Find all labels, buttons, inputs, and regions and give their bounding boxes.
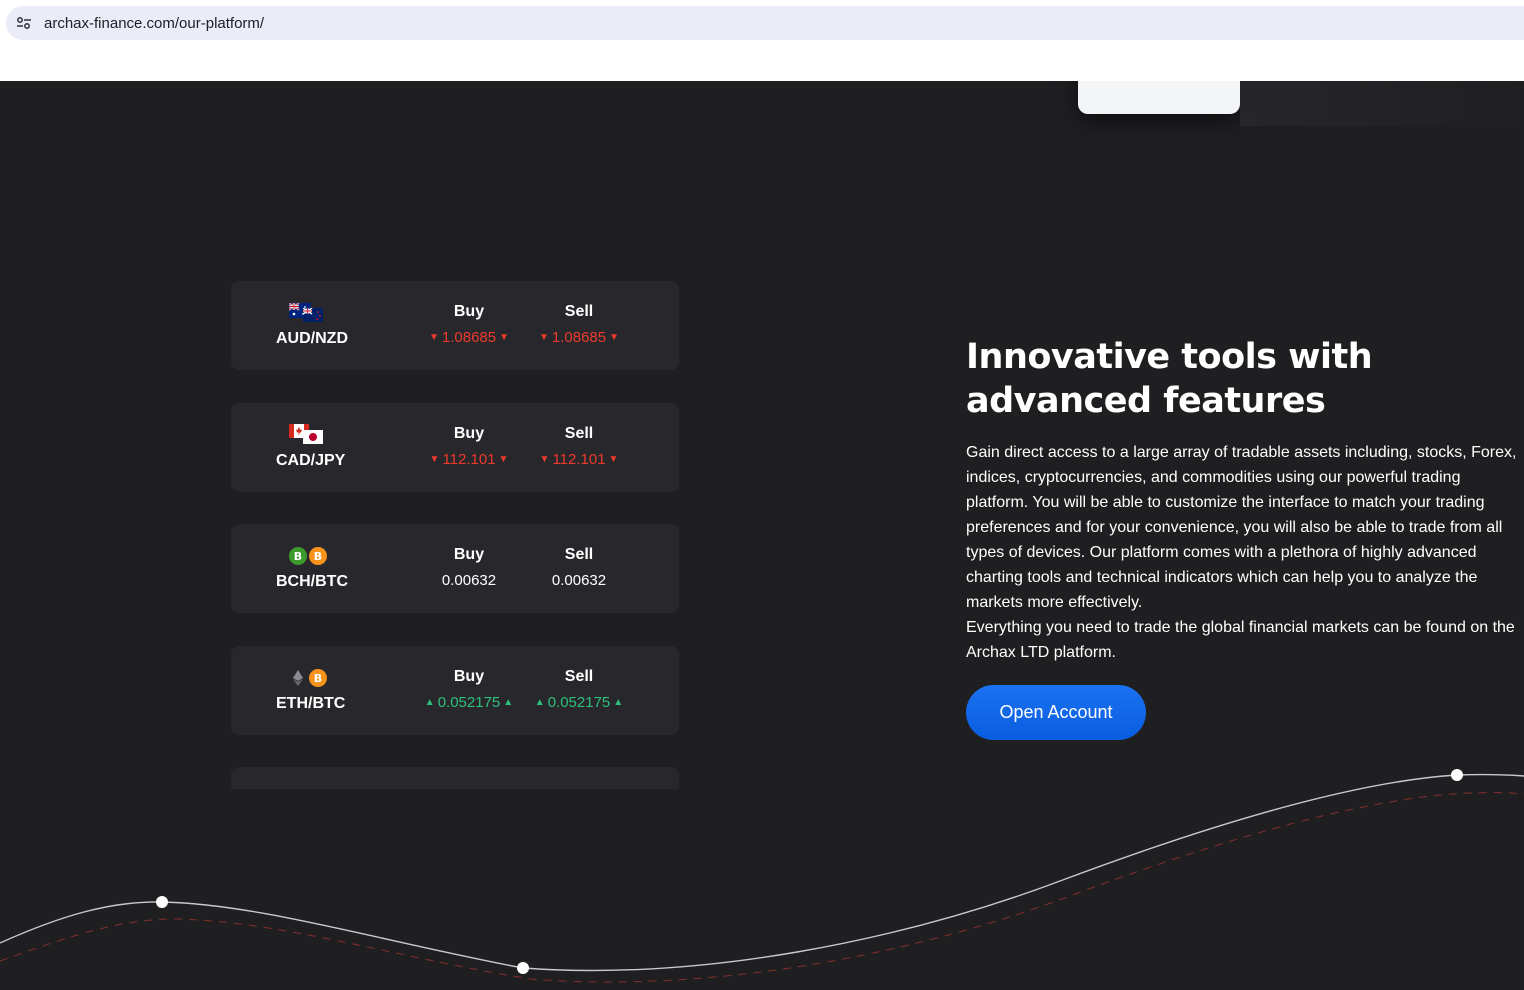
sell-price[interactable]: ▲ 0.052175 ▲ [524,694,634,711]
sell-price-value: 1.08685 [551,329,607,346]
ticker-card[interactable]: CAD/JPY Buy Sell ▼ 112.101 ▼ ▼ 112.101 ▼ [231,403,679,492]
arrow-up-icon: ▲ [534,697,545,708]
buy-price[interactable]: ▼ 112.101 ▼ [414,451,524,468]
wave-point [1451,769,1463,781]
new-zealand-flag-icon [302,307,323,326]
arrow-down-icon: ▼ [539,454,550,465]
description-paragraph: Everything you need to trade the global … [966,619,1515,661]
arrow-up-icon: ▲ [424,697,435,708]
arrow-down-icon: ▼ [499,332,510,343]
pair-icons [289,423,329,445]
sell-header: Sell [564,425,594,442]
pair-label: BCH/BTC [276,573,348,590]
wave-point [517,962,529,974]
sell-price[interactable]: 0.00632 [524,572,634,589]
buy-price-value: 112.101 [442,451,496,468]
buy-price[interactable]: ▲ 0.052175 ▲ [414,694,524,711]
ticker-card[interactable]: B ETH/BTC Buy Sell ▲ 0.052175 ▲ ▲ 0.052175 ▲ [231,646,679,735]
ticker-card[interactable]: AUD/NZD Buy Sell ▼ 1.08685 ▼ ▼ 1.08685 ▼ [231,281,679,370]
description-paragraph: Gain direct access to a large array of t… [966,444,1517,611]
ethereum-icon [289,669,307,691]
japan-flag-icon [303,429,323,448]
pair-icons: B B [289,544,329,566]
buy-price[interactable]: ▼ 1.08685 ▼ [414,329,524,346]
bitcoin-icon: B [309,669,327,691]
svg-text:B: B [314,672,322,685]
ticker-card[interactable] [231,767,679,789]
sell-header: Sell [564,668,594,685]
bitcoin-icon: B [309,547,327,569]
arrow-down-icon: ▼ [538,332,549,343]
pair-label: AUD/NZD [276,330,348,347]
arrow-down-icon: ▼ [428,332,439,343]
svg-text:B: B [314,550,322,563]
pair-icons [288,301,329,326]
section-headline: Innovative tools with advanced features [966,337,1373,421]
sell-price-value: 112.101 [552,451,606,468]
tune-icon[interactable] [15,14,33,32]
url-text[interactable]: archax-finance.com/our-platform/ [44,15,264,32]
buy-header: Buy [453,668,485,685]
sell-price[interactable]: ▼ 1.08685 ▼ [524,329,634,346]
hero-section: AUD/NZD Buy Sell ▼1.08685▼ ▼1.08685▼ [0,81,1524,990]
open-account-button[interactable]: Open Account [966,685,1146,740]
arrow-up-icon: ▲ [613,697,624,708]
section-description: Gain direct access to a large array of t… [966,440,1524,665]
address-bar[interactable]: archax-finance.com/our-platform/ [6,6,1524,40]
arrow-down-icon: ▼ [498,454,509,465]
buy-price-value: 1.08685 [441,329,497,346]
arrow-down-icon: ▼ [608,454,619,465]
wave-point [156,896,168,908]
sell-price[interactable]: ▼ 112.101 ▼ [524,451,634,468]
svg-text:B: B [294,550,302,563]
buy-price[interactable]: 0.00632 [414,572,524,589]
sell-header: Sell [564,303,594,320]
ticker-list: AUD/NZD Buy Sell ▼1.08685▼ ▼1.08685▼ [231,281,679,789]
arrow-down-icon: ▼ [609,332,620,343]
browser-toolbar: archax-finance.com/our-platform/ [0,0,1524,46]
pair-label: ETH/BTC [276,695,346,712]
buy-price-value: 0.052175 [437,694,501,711]
ticker-card[interactable]: B B BCH/BTC Buy Sell 0.00632 0.00632 [231,524,679,613]
buy-header: Buy [453,303,485,320]
sell-header: Sell [564,546,594,563]
pair-icons: B [289,666,329,688]
site-header-strip [0,46,1524,81]
arrow-down-icon: ▼ [429,454,440,465]
pair-label: CAD/JPY [276,452,346,469]
buy-header: Buy [453,546,485,563]
arrow-up-icon: ▲ [503,697,514,708]
sell-price-value: 0.052175 [547,694,611,711]
bitcoin-cash-icon: B [289,547,307,569]
buy-header: Buy [453,425,485,442]
